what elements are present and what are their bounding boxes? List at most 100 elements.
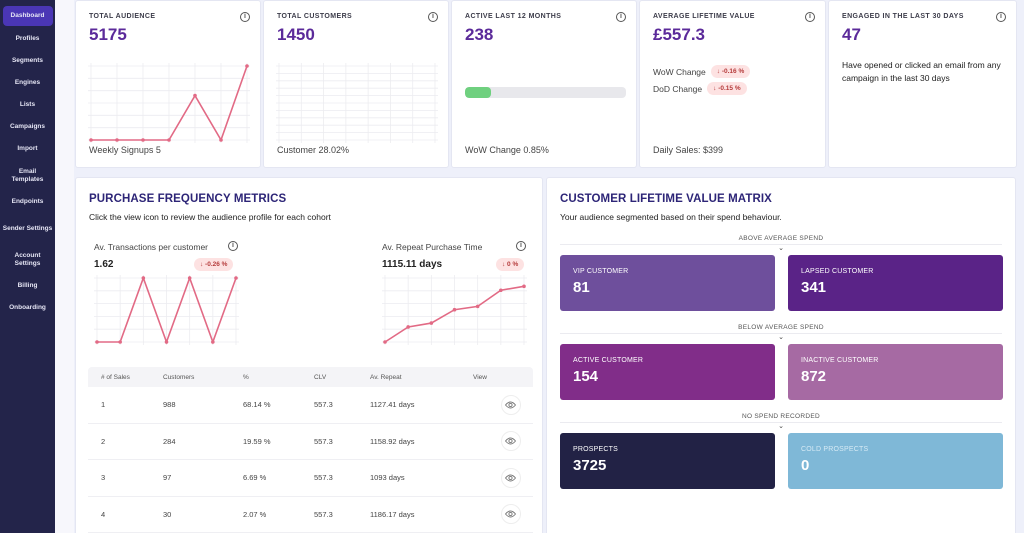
segment-prospects[interactable]: PROSPECTS 3725: [560, 433, 775, 489]
eye-icon: [505, 437, 516, 445]
repeat-time-label: Av. Repeat Purchase Time: [382, 242, 483, 252]
stat-label: TOTAL AUDIENCE: [89, 13, 156, 20]
group-label-below: BELOW AVERAGE SPEND: [560, 324, 1002, 331]
view-button[interactable]: [500, 431, 521, 452]
data-point: [475, 304, 480, 309]
data-point: [167, 138, 171, 142]
repeat-time-badge: ↓ 0 %: [496, 258, 525, 271]
wow-change-badge: ↓ -0.16 %: [710, 65, 751, 78]
table-cell: 1158.92 days: [370, 436, 415, 446]
info-icon[interactable]: i: [228, 241, 238, 251]
info-icon[interactable]: i: [616, 12, 626, 22]
table-cell: 97: [163, 473, 172, 483]
purchase-frequency-panel: PURCHASE FREQUENCY METRICS Click the vie…: [75, 177, 543, 533]
sidebar-item-billing[interactable]: Billing: [3, 275, 53, 297]
card-total-audience: TOTAL AUDIENCE i 5175 Weekly Signups 5: [75, 0, 261, 168]
eye-icon: [505, 510, 516, 518]
segment-value: 154: [573, 368, 599, 385]
view-cell: [470, 467, 533, 488]
segment-vip-customer[interactable]: VIP CUSTOMER 81: [560, 255, 775, 311]
sidebar-item-dashboard[interactable]: Dashboard: [2, 6, 53, 26]
column-header: Customers: [163, 373, 195, 381]
stat-footer: Customer 28.02%: [277, 145, 350, 155]
sidebar-item-account-settings[interactable]: Account Settings: [3, 244, 53, 275]
data-point: [234, 276, 238, 280]
data-point: [406, 325, 410, 329]
sidebar-item-engines[interactable]: Engines: [3, 72, 53, 94]
sidebar-item-profiles[interactable]: Profiles: [3, 28, 53, 50]
card-engaged-30d: ENGAGED IN THE LAST 30 DAYS i 47 Have op…: [828, 0, 1017, 168]
eye-icon: [505, 401, 516, 409]
info-icon[interactable]: i: [805, 12, 815, 22]
stat-footer: Weekly Signups 5: [89, 145, 161, 155]
column-header: # of Sales: [101, 373, 130, 381]
engaged-description: Have opened or clicked an email from any…: [842, 60, 1001, 83]
chevron-down-icon: ⌄: [778, 334, 784, 341]
segment-inactive-customer[interactable]: INACTIVE CUSTOMER 872: [788, 344, 1003, 400]
column-header: %: [243, 373, 249, 381]
stat-value: 238: [465, 25, 494, 44]
segment-value: 3725: [573, 457, 607, 474]
view-button[interactable]: [500, 394, 521, 415]
table-cell: 557.3: [314, 509, 333, 519]
segment-lapsed-customer[interactable]: LAPSED CUSTOMER 341: [788, 255, 1003, 311]
table-cell: 3: [101, 473, 106, 483]
view-button[interactable]: [500, 467, 521, 488]
section-subtitle: Your audience segmented based on their s…: [560, 212, 782, 222]
cohort-table: # of Sales Customers % CLV Av. Repeat Vi…: [88, 367, 533, 533]
sidebar-item-campaigns[interactable]: Campaigns: [3, 116, 53, 138]
section-title: CUSTOMER LIFETIME VALUE MATRIX: [560, 193, 772, 205]
segment-cold-prospects[interactable]: COLD PROSPECTS 0: [788, 433, 1003, 489]
data-point: [118, 340, 122, 344]
sidebar-item-lists[interactable]: Lists: [3, 94, 53, 116]
data-point: [499, 288, 503, 293]
segment-label: ACTIVE CUSTOMER: [573, 357, 644, 364]
data-point: [522, 284, 526, 289]
data-point: [219, 138, 223, 142]
sidebar-item-endpoints[interactable]: Endpoints: [3, 191, 53, 213]
stat-footer: WoW Change 0.85%: [465, 145, 549, 155]
clv-matrix-panel: CUSTOMER LIFETIME VALUE MATRIX Your audi…: [546, 177, 1016, 533]
sidebar-item-import[interactable]: Import: [3, 138, 53, 160]
customers-chart: [276, 63, 438, 143]
data-point: [193, 93, 197, 98]
table-cell: 988: [163, 400, 176, 410]
column-header: View: [473, 373, 487, 381]
weekly-signups-chart: [88, 63, 250, 143]
eye-icon: [505, 474, 516, 482]
info-icon[interactable]: i: [516, 241, 526, 251]
active-progress-bar: [465, 87, 626, 98]
table-cell: 557.3: [314, 473, 333, 483]
sidebar-item-email-templates[interactable]: Email Templates: [3, 160, 53, 191]
view-button[interactable]: [500, 504, 521, 525]
table-cell: 1: [101, 400, 106, 410]
info-icon[interactable]: i: [428, 12, 438, 22]
table-cell: 557.3: [314, 400, 333, 410]
stat-value: 47: [842, 25, 861, 44]
section-subtitle: Click the view icon to review the audien…: [89, 212, 331, 222]
info-icon[interactable]: i: [240, 12, 250, 22]
table-cell: 284: [163, 436, 176, 446]
data-point: [141, 276, 146, 280]
group-label-above: ABOVE AVERAGE SPEND: [560, 235, 1002, 242]
repeat-time-chart: [382, 275, 527, 345]
info-icon[interactable]: i: [996, 12, 1006, 22]
sidebar-item-onboarding[interactable]: Onboarding: [3, 297, 53, 319]
stat-label: ACTIVE LAST 12 MONTHS: [465, 13, 562, 20]
sidebar-item-segments[interactable]: Segments: [3, 50, 53, 72]
dod-change-row: DoD Change ↓ -0.15 %: [653, 82, 747, 95]
segment-label: INACTIVE CUSTOMER: [801, 357, 879, 364]
segment-label: COLD PROSPECTS: [801, 446, 869, 453]
segment-active-customer[interactable]: ACTIVE CUSTOMER 154: [560, 344, 775, 400]
data-point: [383, 340, 387, 344]
view-cell: [470, 431, 533, 452]
sidebar-item-sender-settings[interactable]: Sender Settings: [3, 213, 53, 244]
segment-label: VIP CUSTOMER: [573, 268, 629, 275]
data-point: [452, 307, 457, 312]
data-point: [211, 340, 215, 344]
repeat-time-value: 1115.11 days: [382, 259, 443, 270]
stat-value: 5175: [89, 25, 127, 44]
dod-change-label: DoD Change: [653, 83, 703, 94]
column-header: Av. Repeat: [370, 373, 402, 381]
segment-value: 341: [801, 279, 827, 296]
